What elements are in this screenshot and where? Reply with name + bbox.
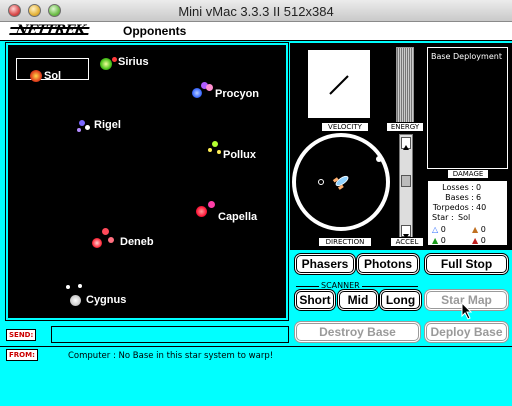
star-sirius-companion-icon — [112, 57, 117, 62]
velocity-display — [307, 49, 371, 119]
full-stop-button[interactable]: Full Stop — [426, 255, 507, 273]
star-row: Star : Sol — [432, 213, 507, 223]
mouse-pointer-icon — [461, 302, 473, 320]
star-label-sol[interactable]: Sol — [44, 70, 61, 82]
crew-count-3: ▲ 0 — [432, 236, 446, 245]
from-tag: FROM: — [6, 349, 38, 361]
base-deployment-panel: Base Deployment — [427, 47, 508, 169]
crew-count-4-value: 0 — [480, 236, 486, 245]
menu-opponents[interactable]: Opponents — [123, 24, 186, 38]
direction-label: DIRECTION — [318, 237, 372, 247]
torpedos-row: Torpedos : 40 — [432, 203, 507, 213]
star-rigel-companion-icon — [85, 125, 90, 130]
star-sol-icon[interactable] — [30, 70, 42, 82]
star-cygnus-companion-icon — [66, 285, 70, 289]
crew-count-1: △ 0 — [432, 225, 446, 234]
photons-button[interactable]: Photons — [358, 255, 418, 273]
destroy-base-button[interactable]: Destroy Base — [296, 323, 419, 341]
losses-value: 0 — [476, 183, 482, 192]
star-procyon-icon[interactable] — [192, 88, 202, 98]
star-cygnus-icon[interactable] — [70, 295, 81, 306]
star-procyon-companion2-icon — [206, 84, 213, 91]
energy-gauge — [396, 47, 414, 125]
crew-count-1-value: 0 — [440, 225, 446, 234]
star-cygnus-companion2-icon — [78, 284, 82, 288]
from-divider — [0, 346, 512, 347]
bases-value: 6 — [476, 193, 482, 202]
crew-count-2: ▲ 0 — [472, 225, 486, 234]
incoming-message: Computer : No Base in this star system t… — [68, 351, 274, 361]
star-label-sirius[interactable]: Sirius — [118, 56, 149, 68]
damage-label: DAMAGE — [447, 169, 489, 179]
crew-counts: △ 0 ▲ 0 ▲ 0 ▲ 0 — [432, 224, 507, 246]
torpedos-label: Torpedos : — [432, 203, 474, 212]
losses-label: Losses : — [442, 183, 474, 192]
accel-slider[interactable] — [399, 134, 413, 240]
star-label-rigel[interactable]: Rigel — [94, 119, 121, 131]
window-titlebar: Mini vMac 3.3.3 II 512x384 — [0, 0, 512, 22]
star-rigel-icon[interactable] — [79, 120, 85, 126]
window-title: Mini vMac 3.3.3 II 512x384 — [178, 4, 334, 19]
losses-row: Losses : 0 — [432, 183, 507, 193]
accel-slider-thumb[interactable] — [401, 175, 411, 187]
menu-bar: NETTREK Opponents — [0, 22, 512, 41]
velocity-needle-icon — [329, 75, 349, 95]
accel-down-arrow-icon[interactable] — [401, 225, 411, 239]
direction-dial[interactable] — [292, 133, 390, 231]
send-tag: SEND: — [6, 329, 37, 341]
crew-count-4: ▲ 0 — [472, 236, 486, 245]
star-map[interactable]: Sol Sirius Procyon Rigel Pollux Capella … — [5, 42, 289, 321]
instrument-panel: VELOCITY ENERGY DIRECTION ACCEL Base Dep… — [290, 43, 512, 250]
star-deneb-companion-icon — [102, 228, 109, 235]
star-label-capella[interactable]: Capella — [218, 211, 257, 223]
star-deneb-companion2-icon — [108, 237, 114, 243]
crew-count-3-value: 0 — [440, 236, 446, 245]
star-label-procyon[interactable]: Procyon — [215, 88, 259, 100]
star-label-cygnus[interactable]: Cygnus — [86, 294, 126, 306]
scanner-mid-button[interactable]: Mid — [339, 291, 377, 309]
deploy-base-button[interactable]: Deploy Base — [426, 323, 507, 341]
star-label: Star : — [432, 213, 454, 222]
star-label-deneb[interactable]: Deneb — [120, 236, 154, 248]
accel-label: ACCEL — [390, 237, 424, 247]
scanner-short-button[interactable]: Short — [296, 291, 334, 309]
scanner-long-button[interactable]: Long — [381, 291, 420, 309]
status-strip — [0, 383, 512, 406]
velocity-label: VELOCITY — [321, 122, 369, 132]
send-message-input[interactable] — [51, 326, 289, 343]
star-pollux-companion2-icon — [217, 150, 221, 154]
star-label-pollux[interactable]: Pollux — [223, 149, 256, 161]
star-value: Sol — [458, 213, 471, 222]
ship-stats-panel: Losses : 0 Bases : 6 Torpedos : 40 Star … — [427, 180, 508, 246]
star-deneb-icon[interactable] — [92, 238, 102, 248]
torpedos-value: 40 — [476, 203, 487, 212]
star-capella-icon[interactable] — [196, 206, 207, 217]
energy-label: ENERGY — [386, 122, 424, 132]
star-sirius-icon[interactable] — [100, 58, 112, 70]
accel-up-arrow-icon[interactable] — [401, 137, 411, 150]
crew-count-2-value: 0 — [480, 225, 486, 234]
star-pollux-icon[interactable] — [212, 141, 218, 147]
nettrek-logo-text: NETTREK — [14, 23, 87, 38]
bases-label: Bases : — [445, 193, 474, 202]
star-capella-companion-icon — [208, 201, 215, 208]
star-pollux-companion-icon — [208, 148, 212, 152]
phasers-button[interactable]: Phasers — [296, 255, 354, 273]
bases-row: Bases : 6 — [432, 193, 507, 203]
scanner-label: SCANNER — [319, 281, 362, 290]
ship-heading-icon — [318, 156, 382, 190]
nettrek-logo[interactable]: NETTREK — [15, 23, 87, 38]
star-rigel-companion2-icon — [77, 128, 81, 132]
base-deployment-title: Base Deployment — [431, 52, 502, 61]
